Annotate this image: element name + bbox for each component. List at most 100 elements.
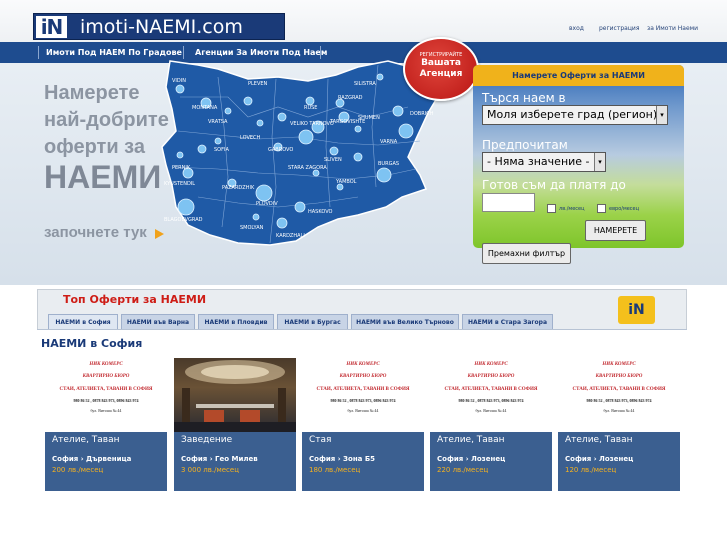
city-marker [353,152,363,162]
label-rent-in: Търся наем в [482,91,566,105]
city-label-plovdiv: PLOVDIV [256,201,278,207]
city-label-pazardzhik: PAZARDZHIK [222,185,255,191]
chevron-down-icon: ▾ [656,106,667,124]
tab-varna[interactable]: НАЕМИ във Варна [121,314,195,330]
city-label-sliven: SLIVEN [324,157,342,163]
register-agency-badge[interactable]: РЕГИСТРИРАЙТЕ Вашата Агенция [403,37,479,101]
agency-ad-image: НИК КОМЕРС КВАРТИРНО БЮРО СТАИ, АТЕЛИЕТА… [45,358,167,432]
ad-line: СТАИ, АТЕЛИЕТА, ТАВАНИ В СОФИЯ [572,387,666,392]
ad-line: СТАИ, АТЕЛИЕТА, ТАВАНИ В СОФИЯ [316,387,410,392]
city-label-pernik: PERNIK [172,165,191,171]
city-marker [214,137,222,145]
offer-location: София › Гео Милев [181,455,258,463]
tab-burgas[interactable]: НАЕМИ в Бургас [277,314,348,330]
ad-line: КВАРТИРНО БЮРО [339,374,387,379]
ad-line: КВАРТИРНО БЮРО [595,374,643,379]
badge-line-2: Вашата [421,58,461,68]
offer-body: Стая София › Зона Б5 180 лв./месец [302,432,424,491]
site-logo[interactable]: iN imoti-NAEMI.com [33,13,285,40]
city-label-ruse: RUSE [304,105,317,111]
ad-line: 980 86 52 , 0878 843 973, 0896 843 974 [73,398,139,403]
offer-type: Ателие, Таван [437,435,505,445]
offer-price: 180 лв./месец [309,466,361,474]
logo-text: imoti-NAEMI.com [80,16,243,38]
hero-line-1: Намерете [44,82,140,104]
city-label-silistra: SILISTRA [354,81,376,87]
ad-line: 980 86 52 , 0878 843 973, 0896 843 974 [330,398,396,403]
find-button[interactable]: НАМЕРЕТЕ [585,220,646,241]
city-marker [376,73,384,81]
city-label-stara-zagora: STARA ZAGORA [288,165,327,171]
offer-image: НИК КОМЕРС КВАРТИРНО БЮРО СТАИ, АТЕЛИЕТА… [430,358,552,432]
city-marker [177,198,195,216]
preference-select[interactable]: - Няма значение - ▾ [482,152,606,172]
nav-separator [38,46,39,59]
offer-card[interactable]: Заведение София › Гео Милев 3 000 лв./ме… [174,358,296,491]
city-marker [256,119,264,127]
city-marker [175,84,185,94]
offer-type: Ателие, Таван [52,435,120,445]
ad-line: 980 86 52 , 0878 843 973, 0896 843 974 [458,398,524,403]
city-label-sofia: SOFIA [214,147,229,153]
tab-veliko-tarnovo[interactable]: НАЕМИ във Велико Търново [351,314,459,330]
offer-body: Заведение София › Гео Милев 3 000 лв./ме… [174,432,296,491]
ad-line: КВАРТИРНО БЮРО [82,374,130,379]
city-marker [305,96,315,106]
city-label-shumen: SHUMEN [358,115,380,121]
city-marker [176,151,184,159]
top-offers-title: Топ Оферти за НАЕМИ [63,293,207,306]
currency-eur-checkbox[interactable] [597,204,606,213]
city-marker [197,144,207,154]
agency-ad-image: НИК КОМЕРС КВАРТИРНО БЮРО СТАИ, АТЕЛИЕТА… [558,358,680,432]
tab-plovdiv[interactable]: НАЕМИ в Пловдив [198,314,274,330]
city-label-varna: VARNA [380,139,398,145]
city-marker [354,125,362,133]
ad-line: НИК КОМЕРС [346,362,380,367]
offer-card[interactable]: НИК КОМЕРС КВАРТИРНО БЮРО СТАИ, АТЕЛИЕТА… [430,358,552,491]
reset-filter-button[interactable]: Премахни филтър [482,243,571,264]
hero-line-2: най-добрите [44,109,169,131]
city-select[interactable]: Моля изберете град (регион) ▾ [482,105,668,125]
label-price: Готов съм да платя до [482,178,626,192]
city-marker [329,146,339,156]
offer-location: София › Дървеница [52,455,132,463]
search-box: Намерете Оферти за НАЕМИ Търся наем в Мо… [473,65,684,248]
offer-price: 120 лв./месец [565,466,617,474]
offer-location: София › Лозенец [565,455,634,463]
register-link[interactable]: регистрация [599,25,639,33]
preference-select-value: - Няма значение - [487,155,590,168]
city-marker [277,112,287,122]
ad-line: СТАИ, АТЕЛИЕТА, ТАВАНИ В СОФИЯ [444,387,538,392]
hero-line-3: оферти за [44,136,145,158]
city-marker [255,184,273,202]
offer-type: Заведение [181,435,233,445]
offer-card[interactable]: НИК КОМЕРС КВАРТИРНО БЮРО СТАИ, АТЕЛИЕТА… [302,358,424,491]
offer-type: Стая [309,435,332,445]
offer-location: София › Зона Б5 [309,455,376,463]
tab-stara-zagora[interactable]: НАЕМИ в Стара Загора [462,314,553,330]
city-marker [224,107,232,115]
currency-lv-checkbox[interactable] [547,204,556,213]
city-label-kyustendil: KYUSTENDIL [164,181,195,187]
offer-card[interactable]: НИК КОМЕРС КВАРТИРНО БЮРО СТАИ, АТЕЛИЕТА… [45,358,167,491]
city-label-gabrovo: GABROVO [268,147,293,153]
city-marker [276,217,288,229]
city-marker [398,123,414,139]
city-label-pleven: PLEVEN [248,81,268,87]
city-label-haskovo: HASKOVO [308,209,333,215]
login-link[interactable]: вход [569,25,584,33]
offer-price: 200 лв./месец [52,466,104,474]
tab-sofia[interactable]: НАЕМИ в София [48,314,118,330]
about-link[interactable]: за Имоти Наеми [647,25,698,33]
city-marker [298,129,314,145]
start-here-text[interactable]: започнете тук [44,224,147,242]
city-marker [376,167,392,183]
logo-mark: iN [36,16,67,38]
price-input[interactable] [482,193,535,212]
city-label-razgrad: RAZGRAD [338,95,363,101]
city-select-value: Моля изберете град (регион) [487,108,658,121]
offer-card[interactable]: НИК КОМЕРС КВАРТИРНО БЮРО СТАИ, АТЕЛИЕТА… [558,358,680,491]
panel-title: НАЕМИ в София [41,337,143,350]
city-label-burgas: BURGAS [378,161,399,167]
city-marker [243,96,253,106]
